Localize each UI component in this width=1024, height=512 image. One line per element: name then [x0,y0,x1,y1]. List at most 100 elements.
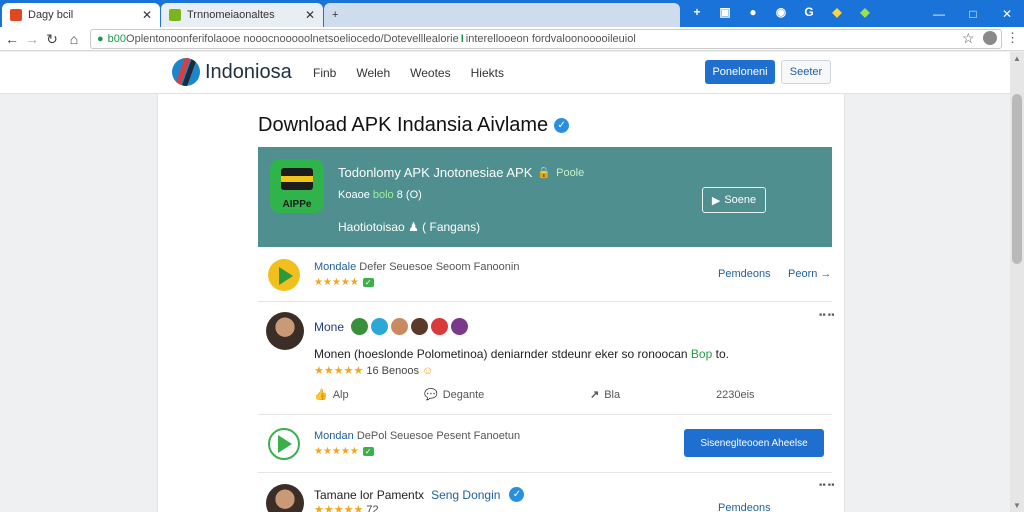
minimize-icon[interactable]: — [922,0,956,27]
item-more-link[interactable]: Peorn → [788,268,831,280]
nav-item-4[interactable]: Hiekts [471,66,504,80]
avatar [431,318,449,335]
post-tail: to. [715,347,729,361]
hero-meta-suffix: 8 (O) [393,189,422,201]
post-tag: Bop [690,347,713,361]
maximize-icon[interactable]: □ [956,0,990,27]
google-icon[interactable]: G [802,5,816,19]
avatar[interactable] [266,484,304,512]
address-bar[interactable]: ● b00 Oplentonoonferifolaooe nooocnooooo… [90,29,1002,49]
scrollbar-thumb[interactable] [1012,94,1022,264]
post-rating-count: 16 Benoos [363,365,419,377]
header-secondary-button[interactable]: Seeter [781,60,831,84]
view-count: 2230eis [716,388,755,401]
bookmark-star-icon[interactable]: ☆ [962,30,975,47]
home-icon[interactable]: ⌂ [66,30,82,48]
star-rating: ★★★★★ [314,365,364,377]
post-rating: ★★★★★ 16 Benoos ☺ [314,364,433,377]
hero-meta-prefix: Koaoe [338,189,373,201]
profile-icon[interactable] [983,31,997,45]
forward-icon[interactable]: → [24,30,40,48]
item-title: Mondan DePol Seuesoe Pesent Fanoetun [314,430,520,442]
close-icon[interactable]: ✕ [142,8,152,22]
tab-label-2: Trnnomeiaonaltes [187,9,275,21]
verified-icon: ✓ [554,118,570,133]
post-author: Mone [314,318,469,335]
avatar [371,318,389,335]
rating-stars: ★★★★★ ✓ [314,446,374,457]
puzzle-icon[interactable]: ▣ [718,5,732,19]
hero-meta: Koaoe bolo 8 (O) [338,189,422,201]
item-desc: Defer Seuesoe Seoom Fanoonin [356,261,520,273]
scroll-down-icon[interactable]: ▼ [1013,501,1021,510]
hero-badge: Poole [556,166,585,179]
shield-icon[interactable]: ● [746,5,760,19]
add-icon[interactable]: + [690,5,704,19]
more-options-icon[interactable]: ⠉⠉ [818,312,836,326]
app-icon: AIPPe [270,159,324,213]
scroll-up-icon[interactable]: ▲ [1013,54,1021,63]
address-secure-mark: I [460,33,464,45]
flag-icon[interactable]: ◆ [858,5,872,19]
bolt-icon[interactable]: ◆ [830,5,844,19]
header-primary-button[interactable]: Poneloneni [705,60,775,84]
share-label: Bla [604,388,621,401]
hero-open-button[interactable]: ▶ Soene [702,187,766,213]
browser-tab-1[interactable]: Dagy bcil ✕ [2,3,160,27]
hero-subtitle: Haotiotoisao ♟ ( Fangans) [338,220,480,234]
tab-favicon-2 [169,9,181,21]
avatar [351,318,369,335]
post-rating: ★★★★★ 72 [314,503,379,512]
browser-tab-3[interactable]: + [324,3,680,27]
divider [258,414,832,415]
site-brand[interactable]: Indoniosa [205,61,292,84]
browser-tab-2[interactable]: Trnnomeiaonaltes ✕ [161,3,323,27]
item-download-button[interactable]: Siseneglteooen Aheelse [684,429,824,457]
item-download-link[interactable]: Pemdeons [718,268,771,280]
avatar[interactable] [266,312,304,350]
menu-icon[interactable]: ⋮ [1006,30,1019,46]
page-title-text: Download APK Indansia Aivlame [258,114,549,136]
like-button[interactable]: 👍 Alp [314,388,424,402]
close-icon[interactable]: ✕ [305,8,315,22]
app-icon-tag: AIPPe [282,199,312,210]
post-author-name[interactable]: Tamane lor Pamentx [314,488,424,502]
item-name: Mondale [314,261,357,273]
item-title: Mondale Defer Seuesoe Seoom Fanoonin [314,261,519,273]
app-hero-card: AIPPe Todonlomy APK Jnotonesiae APK 🔒 Po… [258,147,832,247]
lock-icon: ● [97,33,104,45]
nav-item-1[interactable]: Finb [313,66,336,80]
nav-item-3[interactable]: Weotes [410,66,450,80]
window-controls: — □ ✕ [922,0,1024,27]
address-url: Oplentonoonferifolaooe nooocnooooolnetso… [126,33,459,45]
post-actions: 👍 Alp 💬 Degante ↗ Bla 2230eis [314,388,755,402]
more-options-icon[interactable]: ⠉⠉ [818,482,836,496]
reload-icon[interactable]: ↻ [44,30,60,48]
address-prefix: b00 [107,33,127,45]
browser-toolbar: ← → ↻ ⌂ ● b00 Oplentonoonferifolaooe noo… [0,27,1024,51]
page-scrollbar[interactable]: ▲ ▼ [1010,52,1024,512]
hero-meta-rating: bolo [372,189,394,201]
list-item: Tamane lor Pamentx Seng Dongin ✓ ⠉⠉ ★★★★… [258,480,836,512]
share-button[interactable]: ↗ Bla [590,388,716,402]
like-label: Alp [332,388,349,401]
divider [258,301,832,302]
account-icon[interactable]: ◉ [774,5,788,19]
new-tab-button[interactable]: + [332,9,672,21]
post-text: Monen (hoeslonde Polometinoa) deniarnder… [314,347,729,361]
site-logo-icon[interactable] [172,58,200,86]
hero-subtitle-text: Haotiotoisao [338,220,405,234]
post-author: Tamane lor Pamentx Seng Dongin ✓ [314,487,525,502]
comment-button[interactable]: 💬 Degante [424,388,590,402]
close-window-icon[interactable]: ✕ [990,0,1024,27]
item-download-link[interactable]: Pemdeons [718,502,771,512]
emoji-icon: ☺ [422,365,434,377]
list-item[interactable]: Mondale Defer Seuesoe Seoom Fanoonin ★★★… [258,257,832,301]
list-item[interactable]: Mondan DePol Seuesoe Pesent Fanoetun ★★★… [258,422,832,468]
nav-item-2[interactable]: Weleh [356,66,390,80]
back-icon[interactable]: ← [4,30,20,48]
post-author-name[interactable]: Mone [314,320,344,334]
comment-icon: 💬 [424,389,438,401]
avatar [451,318,469,335]
extension-icons: + ▣ ● ◉ G ◆ ◆ [690,5,872,19]
